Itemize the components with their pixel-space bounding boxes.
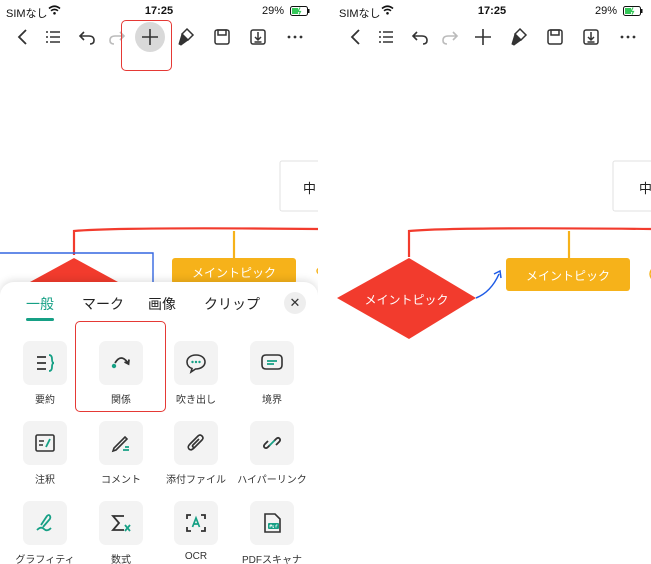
tab-image[interactable]: 画像: [148, 294, 176, 314]
tab-mark[interactable]: マーク: [82, 294, 124, 314]
boundary-icon: [261, 354, 283, 370]
main-topic-label: メイントピック: [191, 266, 276, 280]
tool-note-label: 注釈: [35, 475, 55, 486]
tool-summary[interactable]: 要約: [7, 341, 83, 406]
panel-tabs: 一般 マーク 画像 クリップ: [0, 294, 318, 321]
main-topic-label: メイントピック: [525, 269, 610, 283]
tool-boundary-label: 境界: [262, 395, 282, 406]
tool-graffiti[interactable]: グラフィティ: [7, 501, 83, 564]
right-screen: SIMなし 17:25 29% メイントピック メイントピック 中: [333, 0, 651, 564]
hyperlink-icon: [262, 436, 282, 450]
tool-attachment-label: 添付ファイル: [166, 475, 226, 486]
tab-clip[interactable]: クリップ: [204, 294, 260, 314]
close-icon: ✕: [289, 295, 301, 310]
pdf-scanner-icon: [264, 513, 281, 533]
tool-ocr-label: OCR: [184, 551, 208, 562]
ocr-icon: [186, 514, 206, 532]
active-tab-indicator: [26, 318, 54, 321]
tool-graffiti-label: グラフィティ: [15, 555, 75, 564]
attachment-icon: [187, 434, 204, 451]
tool-summary-label: 要約: [35, 395, 55, 406]
tool-note[interactable]: 注釈: [7, 421, 83, 486]
tool-callout[interactable]: 吹き出し: [158, 341, 234, 406]
comment-icon: [111, 435, 129, 453]
tool-ocr[interactable]: OCR: [158, 501, 234, 562]
summary-icon: [37, 354, 55, 372]
diamond-topic-label: メイントピック: [364, 293, 449, 307]
tool-pdf-scanner-label: PDFスキャナ: [242, 555, 302, 564]
note-icon: [35, 434, 55, 452]
diamond-topic-partial[interactable]: [30, 258, 118, 282]
screen-divider: [318, 0, 333, 564]
close-panel-button[interactable]: ✕: [284, 292, 306, 314]
relationship-highlight-box: [75, 321, 166, 412]
branch-line-red: [72, 227, 318, 255]
formula-icon: [111, 515, 131, 532]
tool-formula-label: 数式: [111, 555, 131, 564]
branch-line-red: [407, 227, 651, 257]
tool-hyperlink[interactable]: ハイパーリンク: [234, 421, 310, 486]
graffiti-icon: [36, 514, 52, 532]
callout-icon: [186, 354, 206, 374]
central-node-label: 中: [639, 181, 651, 196]
tool-formula[interactable]: 数式: [83, 501, 159, 564]
relationship-line[interactable]: [475, 273, 500, 299]
tool-comment[interactable]: コメント: [83, 421, 159, 486]
tool-attachment[interactable]: 添付ファイル: [158, 421, 234, 486]
tool-callout-label: 吹き出し: [176, 395, 216, 406]
left-screen: SIMなし 17:25 29% メイントピック 中 一般 マーク 画像 クリップ…: [0, 0, 318, 564]
tab-general[interactable]: 一般: [26, 294, 54, 314]
tool-boundary[interactable]: 境界: [234, 341, 310, 406]
tool-comment-label: コメント: [101, 475, 141, 486]
tool-hyperlink-label: ハイパーリンク: [237, 475, 307, 486]
central-node-label: 中: [303, 181, 317, 196]
tool-pdf-scanner[interactable]: PDFスキャナ: [234, 501, 310, 564]
